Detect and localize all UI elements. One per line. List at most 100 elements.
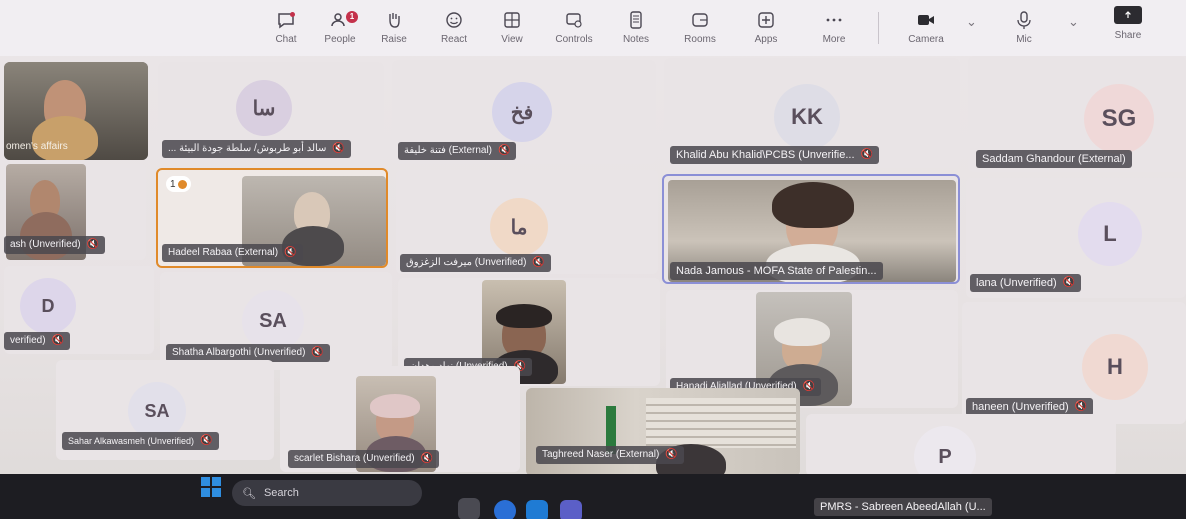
mic-muted-icon: 🔇 [51, 335, 65, 346]
avatar-initials: P [938, 445, 952, 468]
participant-tile[interactable]: H haneen (Unverified) 🔇 [962, 302, 1186, 424]
avatar-initials: فخ [510, 101, 534, 124]
participant-tile[interactable]: scarlet Bishara (Unverified) 🔇 [280, 366, 520, 472]
apps-button[interactable]: Apps [736, 4, 796, 54]
participant-avatar: L [1078, 202, 1142, 266]
raise-button[interactable]: Raise [364, 4, 424, 54]
participant-tile[interactable]: فخ فتنة خليفة (External) 🔇 [392, 60, 656, 164]
mic-muted-icon: 🔇 [86, 239, 100, 250]
mic-muted-icon: 🔇 [420, 453, 434, 464]
participant-name-tag: lana (Unverified) 🔇 [970, 274, 1082, 292]
participant-tile[interactable]: omen's affairs [4, 62, 148, 160]
camera-label: Camera [908, 34, 944, 45]
participant-name-tag: scarlet Bishara (Unverified) 🔇 [288, 450, 440, 468]
rooms-button[interactable]: Rooms [670, 4, 730, 54]
windows-start-icon[interactable] [201, 477, 221, 497]
participant-tile[interactable]: SA Shatha Albargothi (Unverified) 🔇 [160, 272, 392, 370]
participant-avatar: ما [490, 198, 548, 256]
mic-muted-icon: 🔇 [665, 449, 678, 460]
participant-name: Nada Jamous - MOFA State of Palestin... [676, 265, 877, 277]
mic-options-chevron-icon[interactable]: ⌄ [1068, 14, 1079, 30]
mic-muted-icon: 🔇 [311, 347, 324, 358]
search-icon: 🔍︎ [242, 487, 256, 500]
toolbar-separator [878, 12, 879, 44]
participant-tile[interactable]: ash (Unverified) 🔇 [4, 164, 146, 260]
raised-hand-icon [177, 179, 187, 189]
camera-options-chevron-icon[interactable]: ⌄ [966, 14, 977, 30]
participant-tile-active-speaker[interactable]: Nada Jamous - MOFA State of Palestin... [662, 174, 960, 284]
participant-name-tag: ... سالد أبو طربوش/ سلطة جودة البيئة 🔇 [162, 140, 351, 158]
participant-tile[interactable]: سا ... سالد أبو طربوش/ سلطة جودة البيئة … [158, 62, 384, 160]
teams-app-icon[interactable] [560, 500, 582, 519]
participant-name: PMRS - Sabreen AbeedAllah (U... [820, 501, 986, 513]
participant-name: Khalid Abu Khalid\PCBS (Unverifie... [676, 149, 855, 161]
mic-muted-icon: 🔇 [200, 435, 213, 446]
participant-name-tag: Hadeel Rabaa (External) 🔇 [162, 244, 303, 262]
participant-tile[interactable]: Taghreed Naser (External) 🔇 [526, 388, 800, 476]
taskbar-app-icon[interactable] [494, 500, 516, 519]
participant-tile[interactable]: D verified) 🔇 [4, 266, 154, 354]
mic-muted-icon: 🔇 [802, 381, 816, 392]
notes-button[interactable]: Notes [606, 4, 666, 54]
mic-button[interactable]: Mic [994, 4, 1054, 54]
apps-label: Apps [754, 34, 778, 45]
share-button[interactable]: Share [1098, 4, 1158, 54]
view-label: View [501, 34, 523, 45]
participant-name: فتنة خليفة (External) [404, 145, 493, 156]
meeting-window: Chat 1 People Raise React View Controls … [0, 0, 1186, 519]
participant-name: ash (Unverified) [10, 239, 81, 250]
participant-name: ... سالد أبو طربوش/ سلطة جودة البيئة [168, 143, 327, 154]
participant-hair [772, 182, 854, 228]
view-button[interactable]: View [482, 4, 542, 54]
participant-tile[interactable]: SA Sahar Alkawasmeh (Unverified) 🔇 [56, 360, 274, 460]
raise-label: Raise [381, 34, 407, 45]
more-button[interactable]: More [804, 4, 864, 54]
taskbar-app-icon[interactable] [458, 498, 480, 519]
participant-name: omen's affairs [6, 141, 68, 152]
camera-button[interactable]: Camera [896, 4, 956, 54]
raised-hand-count: 1 [170, 178, 176, 190]
participant-avatar: P [914, 426, 976, 476]
taskbar-search[interactable]: 🔍︎ Search [232, 480, 422, 506]
participant-tile-raised-hand[interactable]: 1 Hadeel Rabaa (External) 🔇 [156, 168, 388, 268]
react-label: React [440, 34, 468, 45]
people-label: People [324, 34, 356, 45]
participant-name-tag: PMRS - Sabreen AbeedAllah (U... [814, 498, 992, 516]
rooms-label: Rooms [684, 34, 716, 45]
chat-unread-dot [290, 12, 295, 17]
participant-tile[interactable]: SG Saddam Ghandour (External) [968, 56, 1186, 172]
raised-hand-indicator: 1 [166, 176, 191, 192]
participant-name: Sahar Alkawasmeh (Unverified) [68, 436, 195, 446]
mic-muted-icon: 🔇 [532, 257, 545, 268]
participant-hair [496, 304, 552, 328]
avatar-initials: H [1107, 354, 1123, 379]
participant-name: Taghreed Naser (External) [542, 449, 660, 460]
participant-avatar: KK [774, 84, 840, 150]
taskbar-app-icon[interactable] [526, 500, 548, 519]
mic-icon [1017, 11, 1031, 29]
participant-name: verified) [10, 335, 46, 346]
participant-name: Hadeel Rabaa (External) [168, 247, 279, 258]
participant-avatar: SG [1084, 84, 1154, 154]
controls-icon [566, 13, 582, 28]
avatar-initials: SG [1101, 105, 1137, 132]
participant-avatar: D [20, 278, 76, 334]
participant-avatar: SA [242, 290, 304, 352]
people-button[interactable]: 1 People [310, 4, 370, 54]
participant-tile[interactable]: KK Khalid Abu Khalid\PCBS (Unverifie... … [664, 58, 960, 168]
avatar-initials: سا [252, 97, 276, 120]
controls-button[interactable]: Controls [544, 4, 604, 54]
notes-icon [630, 11, 642, 29]
mic-muted-icon: 🔇 [860, 149, 873, 160]
participant-name-tag: Khalid Abu Khalid\PCBS (Unverifie... 🔇 [670, 146, 879, 164]
participant-avatar: فخ [492, 82, 552, 142]
react-button[interactable]: React [424, 4, 484, 54]
windows-taskbar [0, 474, 1186, 519]
view-icon [504, 12, 520, 28]
share-label: Share [1114, 30, 1142, 41]
mic-muted-icon: 🔇 [332, 143, 345, 154]
participant-tile[interactable]: L lana (Unverified) 🔇 [966, 178, 1186, 298]
chat-button[interactable]: Chat [256, 4, 316, 54]
participant-tile[interactable]: P [806, 414, 1116, 476]
participant-tile[interactable]: ما ميرفت الزغزوق (Unverified) 🔇 [396, 170, 658, 274]
